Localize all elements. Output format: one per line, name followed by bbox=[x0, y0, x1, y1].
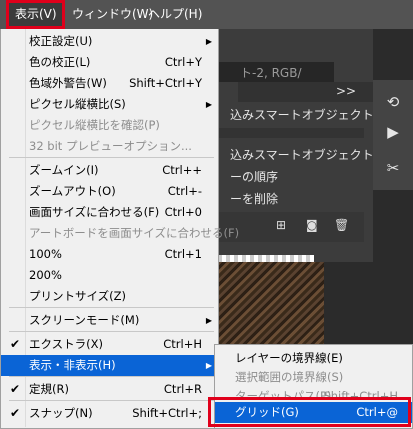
trash-icon[interactable]: 🗑 bbox=[334, 218, 349, 232]
menu-item-label: スクリーンモード(M) bbox=[29, 313, 140, 327]
menu-item-label: 定規(R) bbox=[29, 382, 69, 396]
menu-item-label: レイヤーの境界線(E) bbox=[235, 351, 343, 365]
menu-item-label: ズームイン(I) bbox=[29, 163, 99, 177]
menu-view[interactable]: 表示(V) bbox=[6, 0, 65, 29]
submenu-arrow-icon: ▶ bbox=[205, 361, 212, 370]
menu-separator bbox=[9, 307, 214, 308]
camera-icon[interactable]: ◙ bbox=[306, 218, 318, 232]
menu-item-label: ピクセル縦横比を確認(P) bbox=[29, 118, 160, 132]
view-menu-item[interactable]: ピクセル縦横比(S) ▶ bbox=[1, 94, 218, 115]
view-menu-item: 32 bit プレビューオプション... bbox=[1, 136, 218, 157]
view-menu-item[interactable]: ✔ スナップ(N) Shift+Ctrl+; bbox=[1, 403, 218, 424]
menu-item-shortcut: Shift+Ctrl+; bbox=[132, 406, 202, 420]
menu-window[interactable]: ウィンドウ(W) bbox=[72, 0, 153, 29]
tools-icon[interactable]: ✂ bbox=[383, 158, 403, 178]
view-menu-item[interactable]: ✔ 定規(R) Ctrl+R bbox=[1, 379, 218, 400]
view-menu-item[interactable]: 200% bbox=[1, 265, 218, 286]
submenu-arrow-icon: ▶ bbox=[205, 316, 212, 325]
panel-divider bbox=[214, 128, 364, 138]
view-menu-item[interactable]: 校正設定(U) ▶ bbox=[1, 31, 218, 52]
view-menu-item[interactable]: 100% Ctrl+1 bbox=[1, 244, 218, 265]
view-menu-item[interactable]: プリントサイズ(Z) bbox=[1, 286, 218, 307]
menu-item-label: 画面サイズに合わせる(F) bbox=[29, 205, 160, 219]
menu-item-shortcut: Shift+Ctrl+Y bbox=[129, 76, 202, 90]
menu-item-label: プリントサイズ(Z) bbox=[29, 289, 127, 303]
new-layer-icon[interactable]: ⊞ bbox=[276, 218, 286, 232]
annotation-highlight-box bbox=[208, 397, 411, 427]
menubar: 表示(V) ウィンドウ(W) ヘルプ(H) bbox=[0, 0, 413, 29]
menu-item-shortcut: Ctrl+H bbox=[163, 337, 202, 351]
view-menu-item: アートボードを画面サイズに合わせる(F) bbox=[1, 223, 239, 244]
menu-item-label: 校正設定(U) bbox=[29, 34, 93, 48]
menu-item-label: エクストラ(X) bbox=[29, 337, 104, 351]
view-menu-item[interactable]: 画面サイズに合わせる(F) Ctrl+0 bbox=[1, 202, 218, 223]
show-submenu-item[interactable]: レイヤーの境界線(E) bbox=[215, 348, 412, 369]
menu-item-label: 200% bbox=[29, 268, 62, 282]
menu-separator bbox=[9, 400, 214, 401]
menu-item-shortcut: Ctrl++ bbox=[162, 163, 202, 177]
view-menu-item[interactable]: ズームイン(I) Ctrl++ bbox=[1, 160, 218, 181]
show-submenu-item: 選択範囲の境界線(S) bbox=[215, 367, 412, 388]
menu-item-shortcut: Ctrl+- bbox=[167, 184, 202, 198]
menu-separator bbox=[9, 376, 214, 377]
submenu-arrow-icon: ▶ bbox=[205, 37, 212, 46]
view-menu-item[interactable]: 表示・非表示(H) ▶ bbox=[1, 355, 218, 376]
submenu-arrow-icon: ▶ bbox=[205, 100, 212, 109]
menu-item-label: 32 bit プレビューオプション... bbox=[29, 139, 192, 153]
menu-item-label: 選択範囲の境界線(S) bbox=[235, 370, 344, 384]
check-icon: ✔ bbox=[10, 382, 21, 396]
view-menu-item[interactable]: 色域外警告(W) Shift+Ctrl+Y bbox=[1, 73, 218, 94]
view-menu-item[interactable]: ✔ エクストラ(X) Ctrl+H bbox=[1, 334, 218, 355]
menu-item-label: 色域外警告(W) bbox=[29, 76, 107, 90]
right-toolbar: ⟲ ▶ ✂ bbox=[373, 80, 413, 190]
menu-separator bbox=[9, 331, 214, 332]
check-icon: ✔ bbox=[10, 337, 21, 351]
menu-item-label: ピクセル縦横比(S) bbox=[29, 97, 126, 111]
menu-item-label: 100% bbox=[29, 247, 62, 261]
menu-item-label: ズームアウト(O) bbox=[29, 184, 116, 198]
panel-menu-item: ーの順序 bbox=[230, 170, 279, 184]
layers-panel-expand[interactable]: >> bbox=[336, 84, 356, 98]
view-menu-item[interactable]: スクリーンモード(M) ▶ bbox=[1, 310, 218, 331]
check-icon: ✔ bbox=[10, 406, 21, 420]
history-icon[interactable]: ⟲ bbox=[383, 92, 403, 112]
menu-help[interactable]: ヘルプ(H) bbox=[148, 0, 202, 29]
show-submenu: レイヤーの境界線(E) 選択範囲の境界線(S) ターゲットパス(P) Shift+Ct… bbox=[208, 344, 413, 429]
view-menu-item: ピクセル縦横比を確認(P) bbox=[1, 115, 218, 136]
view-menu-item[interactable]: ズームアウト(O) Ctrl+- bbox=[1, 181, 218, 202]
play-icon[interactable]: ▶ bbox=[383, 122, 403, 142]
menu-item-label: 色の校正(L) bbox=[29, 55, 91, 69]
menu-item-shortcut: Ctrl+Y bbox=[164, 55, 202, 69]
menu-item-label: スナップ(N) bbox=[29, 406, 93, 420]
menu-item-shortcut: Ctrl+1 bbox=[164, 247, 202, 261]
view-menu: 校正設定(U) ▶ 色の校正(L) Ctrl+Y 色域外警告(W) Shift+Ctrl+… bbox=[0, 29, 239, 429]
menu-item-shortcut: Ctrl+0 bbox=[164, 205, 202, 219]
view-menu-item[interactable]: 色の校正(L) Ctrl+Y bbox=[1, 52, 218, 73]
menu-item-label: 表示・非表示(H) bbox=[29, 358, 116, 372]
panel-menu-item: ーを削除 bbox=[230, 192, 279, 206]
document-tab-label: ト-2, RGB/ bbox=[240, 66, 302, 80]
menu-item-shortcut: Ctrl+R bbox=[163, 382, 202, 396]
menu-item-label: アートボードを画面サイズに合わせる(F) bbox=[29, 226, 240, 240]
menu-separator bbox=[9, 157, 214, 158]
